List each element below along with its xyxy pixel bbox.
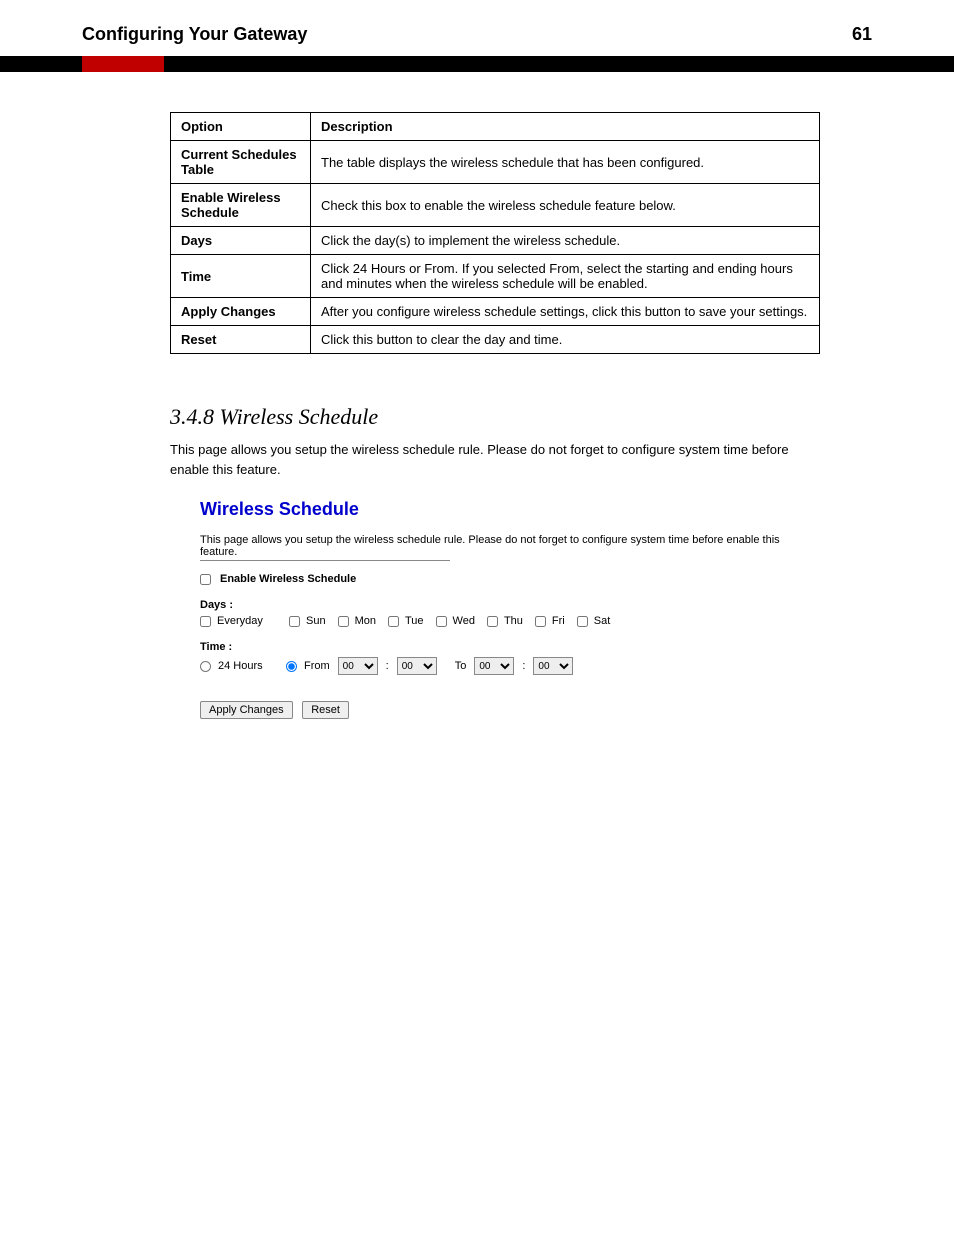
day-wed[interactable]: Wed: [436, 615, 475, 627]
param-desc: Check this box to enable the wireless sc…: [311, 184, 820, 227]
time-24hours[interactable]: 24 Hours: [200, 660, 278, 672]
param-desc: Click this button to clear the day and t…: [311, 326, 820, 354]
screenshot-title: Wireless Schedule: [200, 499, 780, 520]
param-name: Reset: [171, 326, 311, 354]
from-min-select[interactable]: 00: [397, 657, 437, 675]
time-to-label: To: [455, 660, 467, 672]
param-name: Apply Changes: [171, 298, 311, 326]
divider: [200, 560, 450, 561]
table-header-option: Option: [171, 113, 311, 141]
param-name: Days: [171, 227, 311, 255]
screenshot-intro: This page allows you setup the wireless …: [200, 534, 780, 558]
table-row: Apply Changes After you configure wirele…: [171, 298, 820, 326]
day-everyday-checkbox[interactable]: [200, 616, 211, 627]
reset-button[interactable]: Reset: [302, 701, 349, 719]
time-from-radio[interactable]: [286, 661, 297, 672]
wireless-schedule-screenshot: Wireless Schedule This page allows you s…: [170, 499, 810, 739]
parameters-table: Option Description Current Schedules Tab…: [170, 112, 820, 354]
param-desc: The table displays the wireless schedule…: [311, 141, 820, 184]
table-row: Enable Wireless Schedule Check this box …: [171, 184, 820, 227]
from-hour-select[interactable]: 00: [338, 657, 378, 675]
table-header-description: Description: [311, 113, 820, 141]
param-name: Enable Wireless Schedule: [171, 184, 311, 227]
day-sat[interactable]: Sat: [577, 615, 611, 627]
day-tue[interactable]: Tue: [388, 615, 424, 627]
day-mon-checkbox[interactable]: [338, 616, 349, 627]
to-min-select[interactable]: 00: [533, 657, 573, 675]
day-tue-checkbox[interactable]: [388, 616, 399, 627]
apply-changes-button[interactable]: Apply Changes: [200, 701, 293, 719]
time-from[interactable]: From: [286, 660, 330, 672]
section-heading: 3.4.8 Wireless Schedule: [170, 404, 874, 430]
time-label: Time :: [200, 641, 780, 653]
enable-wireless-schedule-label: Enable Wireless Schedule: [220, 573, 356, 585]
to-hour-select[interactable]: 00: [474, 657, 514, 675]
table-row: Reset Click this button to clear the day…: [171, 326, 820, 354]
day-thu[interactable]: Thu: [487, 615, 523, 627]
enable-wireless-schedule-checkbox[interactable]: [200, 574, 211, 585]
day-mon[interactable]: Mon: [338, 615, 376, 627]
param-desc: Click the day(s) to implement the wirele…: [311, 227, 820, 255]
param-name: Current Schedules Table: [171, 141, 311, 184]
section-intro: This page allows you setup the wireless …: [170, 440, 810, 479]
day-everyday[interactable]: Everyday: [200, 615, 277, 627]
day-sun-checkbox[interactable]: [289, 616, 300, 627]
days-label: Days :: [200, 599, 780, 611]
colon-sep: :: [386, 660, 389, 672]
page-number: 61: [852, 24, 872, 45]
day-wed-checkbox[interactable]: [436, 616, 447, 627]
header-bar: [0, 56, 954, 72]
param-name: Time: [171, 255, 311, 298]
page-section-title: Configuring Your Gateway: [82, 24, 307, 45]
param-desc: Click 24 Hours or From. If you selected …: [311, 255, 820, 298]
day-fri[interactable]: Fri: [535, 615, 565, 627]
time-24hours-radio[interactable]: [200, 661, 211, 672]
table-row: Days Click the day(s) to implement the w…: [171, 227, 820, 255]
day-fri-checkbox[interactable]: [535, 616, 546, 627]
param-desc: After you configure wireless schedule se…: [311, 298, 820, 326]
table-row: Current Schedules Table The table displa…: [171, 141, 820, 184]
colon-sep: :: [522, 660, 525, 672]
table-row: Time Click 24 Hours or From. If you sele…: [171, 255, 820, 298]
day-sat-checkbox[interactable]: [577, 616, 588, 627]
day-sun[interactable]: Sun: [289, 615, 326, 627]
day-thu-checkbox[interactable]: [487, 616, 498, 627]
